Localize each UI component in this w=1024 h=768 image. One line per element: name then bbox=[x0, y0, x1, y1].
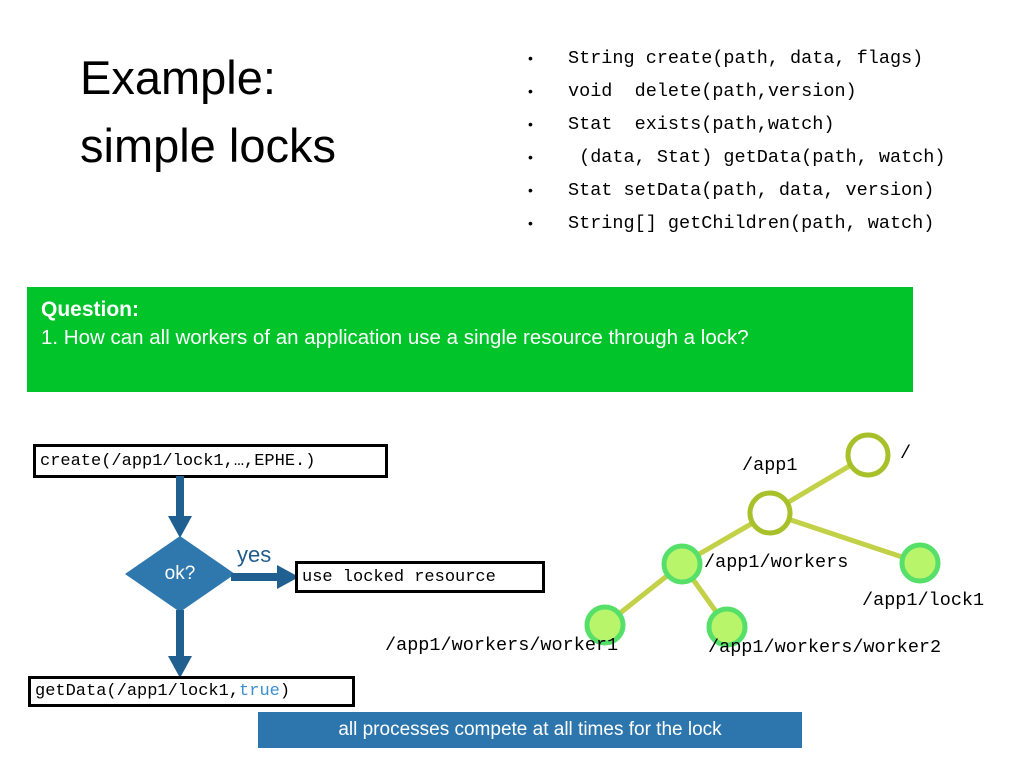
tree-node-lock1[interactable] bbox=[899, 542, 941, 584]
tree-node-label-app1: /app1 bbox=[742, 455, 798, 476]
api-signature-list: • String create(path, data, flags) • voi… bbox=[520, 48, 1020, 246]
title-line-1: Example: bbox=[80, 51, 276, 104]
tree-node-label-root: / bbox=[900, 443, 912, 464]
question-text: 1. How can all workers of an application… bbox=[41, 326, 749, 349]
bullet-icon: • bbox=[528, 182, 533, 198]
api-signature: String create(path, data, flags) bbox=[568, 48, 924, 69]
getdata-prefix: getData(/app1/lock1, bbox=[35, 682, 240, 701]
list-item: • Stat setData(path, data, version) bbox=[520, 180, 1020, 213]
arrow-create-to-decision bbox=[168, 476, 192, 538]
list-item: • String create(path, data, flags) bbox=[520, 48, 1020, 81]
getdata-watch-flag: true bbox=[239, 682, 280, 701]
tree-node-label-worker2: /app1/workers/worker2 bbox=[708, 637, 942, 658]
api-signature: String[] getChildren(path, watch) bbox=[568, 213, 935, 234]
question-callout: Question: 1. How can all workers of an a… bbox=[27, 287, 913, 392]
decision-diamond: ok? bbox=[125, 536, 235, 612]
tree-node-app1[interactable] bbox=[747, 490, 793, 536]
arrow-decision-to-getdata bbox=[168, 610, 192, 678]
api-signature: Stat exists(path,watch) bbox=[568, 114, 835, 135]
api-signature: void delete(path,version) bbox=[568, 81, 857, 102]
tree-node-workers[interactable] bbox=[661, 543, 703, 585]
slide-canvas: Example: simple locks • String create(pa… bbox=[0, 0, 1024, 768]
bullet-icon: • bbox=[528, 50, 533, 66]
tree-node-label-workers: /app1/workers bbox=[704, 552, 849, 573]
list-item: • void delete(path,version) bbox=[520, 81, 1020, 114]
use-resource-box: use locked resource bbox=[295, 561, 545, 593]
list-item: • (data, Stat) getData(path, watch) bbox=[520, 147, 1020, 180]
api-signature: (data, Stat) getData(path, watch) bbox=[568, 147, 946, 168]
tree-node-label-lock1: /app1/lock1 bbox=[862, 590, 985, 611]
bullet-icon: • bbox=[528, 149, 533, 165]
tree-node-root[interactable] bbox=[845, 432, 891, 478]
decision-label: ok? bbox=[164, 563, 196, 584]
create-call-text: create(/app1/lock1,…,EPHE.) bbox=[40, 451, 316, 471]
api-signature: Stat setData(path, data, version) bbox=[568, 180, 935, 201]
list-item: • Stat exists(path,watch) bbox=[520, 114, 1020, 147]
bullet-icon: • bbox=[528, 215, 533, 231]
title-line-2: simple locks bbox=[80, 119, 336, 172]
page-title: Example: simple locks bbox=[80, 44, 500, 180]
use-resource-text: use locked resource bbox=[302, 567, 496, 587]
create-call-box: create(/app1/lock1,…,EPHE.) bbox=[33, 444, 388, 478]
tree-node-label-worker1: /app1/workers/worker1 bbox=[385, 635, 619, 656]
znode-tree: / /app1/app1/workers/app1/lock1/app1/work… bbox=[385, 425, 1024, 675]
bullet-icon: • bbox=[528, 83, 533, 99]
getdata-call-box: getData(/app1/lock1, true) bbox=[28, 676, 355, 707]
list-item: • String[] getChildren(path, watch) bbox=[520, 213, 1020, 246]
arrow-decision-to-use bbox=[231, 565, 299, 589]
getdata-suffix: ) bbox=[279, 682, 291, 701]
bottom-note-banner: all processes compete at all times for t… bbox=[258, 712, 802, 748]
question-label: Question: bbox=[41, 298, 139, 321]
bullet-icon: • bbox=[528, 116, 533, 132]
bottom-note-text: all processes compete at all times for t… bbox=[338, 719, 722, 740]
